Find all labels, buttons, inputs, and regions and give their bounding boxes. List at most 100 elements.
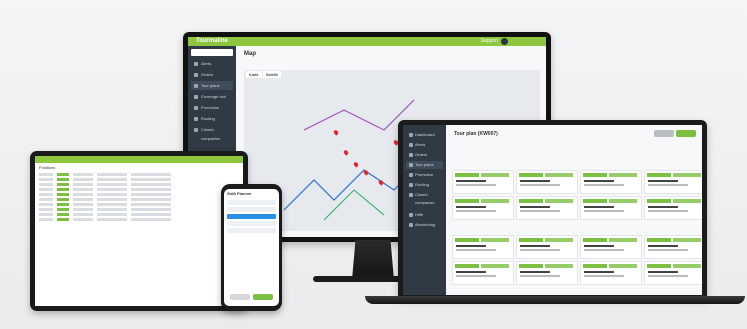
table-row[interactable] — [39, 208, 239, 212]
page-title: Tour plan (KW007) — [454, 131, 498, 137]
table-row[interactable] — [39, 198, 239, 202]
sidebar-item-label: Promotion — [415, 172, 434, 177]
brand-logo: Tourmaline — [196, 38, 228, 44]
tour-card[interactable] — [580, 261, 642, 285]
sidebar-item-dashboard[interactable]: Dashboard — [406, 131, 443, 139]
list-item-selected[interactable] — [227, 214, 276, 219]
tour-card[interactable] — [580, 170, 642, 194]
sidebar-item-promotion[interactable]: Promotion — [406, 171, 443, 179]
sidebar-item-label: Orders — [415, 152, 428, 157]
sidebar-item-label: Alerts — [201, 61, 212, 66]
sidebar-item-label: Closed companies — [415, 192, 435, 205]
table-row[interactable] — [39, 188, 239, 192]
save-button[interactable] — [253, 294, 273, 300]
tour-card[interactable] — [516, 196, 578, 220]
tour-card[interactable] — [644, 261, 702, 285]
list-item[interactable] — [227, 207, 276, 212]
sidebar-item-label: Coverage tool — [201, 94, 226, 99]
laptop-base — [365, 296, 745, 304]
routing-icon — [409, 183, 413, 187]
tour-card[interactable] — [644, 170, 702, 194]
list-item[interactable] — [227, 228, 276, 233]
tablet-top-bar — [35, 156, 243, 163]
routing-icon — [194, 117, 198, 121]
tour-card[interactable] — [452, 261, 514, 285]
sidebar-item-label: Hilfe — [415, 212, 424, 217]
tablet-screen: Positions — [35, 156, 243, 306]
cancel-button[interactable] — [230, 294, 250, 300]
sidebar-item-coverage[interactable]: Coverage tool — [191, 92, 233, 101]
table-row[interactable] — [39, 203, 239, 207]
logout-icon — [409, 223, 413, 227]
promotion-icon — [409, 173, 413, 177]
alert-icon — [409, 143, 413, 147]
table-row[interactable] — [39, 173, 239, 177]
tour-card[interactable] — [644, 235, 702, 259]
tablet-heading: Positions — [39, 165, 56, 170]
sidebar-item-closed[interactable]: Closed companies — [406, 191, 443, 205]
sidebar-item-label: Promotion — [201, 105, 220, 110]
tour-card[interactable] — [644, 196, 702, 220]
laptop-main: Tour plan (KW007) — [446, 125, 702, 295]
tour-card[interactable] — [516, 170, 578, 194]
sidebar-item-label: Dashboard — [415, 132, 435, 137]
tour-card[interactable] — [452, 235, 514, 259]
sidebar-item-tour-plans[interactable]: Tour plans — [191, 81, 233, 90]
dashboard-icon — [409, 133, 413, 137]
secondary-button[interactable] — [654, 130, 674, 137]
sidebar-item-help[interactable]: Hilfe — [406, 211, 443, 219]
sidebar-item-alerts[interactable]: Alerts — [191, 59, 233, 68]
sidebar-item-routing[interactable]: Routing — [191, 114, 233, 123]
laptop-sidebar: Dashboard Alerts Orders Tour plans Promo… — [403, 125, 446, 295]
top-bar: Tourmaline Support — [188, 37, 546, 46]
sidebar-item-label: Routing — [201, 116, 215, 121]
coverage-icon — [194, 95, 198, 99]
sidebar-item-alerts[interactable]: Alerts — [406, 141, 443, 149]
tour-card[interactable] — [516, 261, 578, 285]
closed-icon — [194, 128, 198, 132]
map-icon — [194, 84, 198, 88]
avatar[interactable] — [501, 38, 508, 45]
sidebar-item-label: Tour plans — [415, 162, 434, 167]
table-row[interactable] — [39, 218, 239, 222]
phone-title: Shift Planner — [227, 191, 252, 196]
sidebar-item-label: Tour plans — [201, 83, 220, 88]
table-row[interactable] — [39, 183, 239, 187]
tour-card[interactable] — [516, 235, 578, 259]
primary-button[interactable] — [676, 130, 696, 137]
tour-grid-1 — [452, 170, 702, 220]
sidebar-item-orders[interactable]: Orders — [406, 151, 443, 159]
sidebar-item-tour-plans[interactable]: Tour plans — [406, 161, 443, 169]
alert-icon — [194, 62, 198, 66]
tour-card[interactable] — [580, 196, 642, 220]
sidebar-item-label: Routing — [415, 182, 429, 187]
device-mockup-scene: Tourmaline Support Alerts Orders Tour pl… — [0, 0, 747, 329]
sidebar-item-promotion[interactable]: Promotion — [191, 103, 233, 112]
sidebar-item-closed[interactable]: Closed companies — [191, 125, 233, 141]
table-row[interactable] — [39, 213, 239, 217]
table-row[interactable] — [39, 178, 239, 182]
orders-icon — [194, 73, 198, 77]
list-item[interactable] — [227, 221, 276, 226]
table-row[interactable] — [39, 193, 239, 197]
sidebar-item-label: Alerts — [415, 142, 426, 147]
sidebar-item-logout[interactable]: Abmeldung — [406, 221, 443, 229]
page-title: Map — [244, 51, 256, 57]
help-icon — [409, 213, 413, 217]
promotion-icon — [194, 106, 198, 110]
tour-card[interactable] — [452, 196, 514, 220]
tour-card[interactable] — [452, 170, 514, 194]
phone-device: Shift Planner — [221, 184, 282, 311]
support-link[interactable]: Support — [480, 38, 498, 44]
orders-icon — [409, 153, 413, 157]
tour-card[interactable] — [580, 235, 642, 259]
sidebar-item-label: Closed companies — [201, 127, 221, 141]
list-item[interactable] — [227, 200, 276, 205]
laptop-screen: Dashboard Alerts Orders Tour plans Promo… — [403, 125, 702, 295]
phone-screen: Shift Planner — [224, 189, 279, 306]
sidebar-item-label: Orders — [201, 72, 214, 77]
sidebar-item-routing[interactable]: Routing — [406, 181, 443, 189]
laptop-device: Dashboard Alerts Orders Tour plans Promo… — [398, 120, 707, 298]
sidebar-item-orders[interactable]: Orders — [191, 70, 233, 79]
sidebar-search-input[interactable] — [191, 49, 233, 56]
